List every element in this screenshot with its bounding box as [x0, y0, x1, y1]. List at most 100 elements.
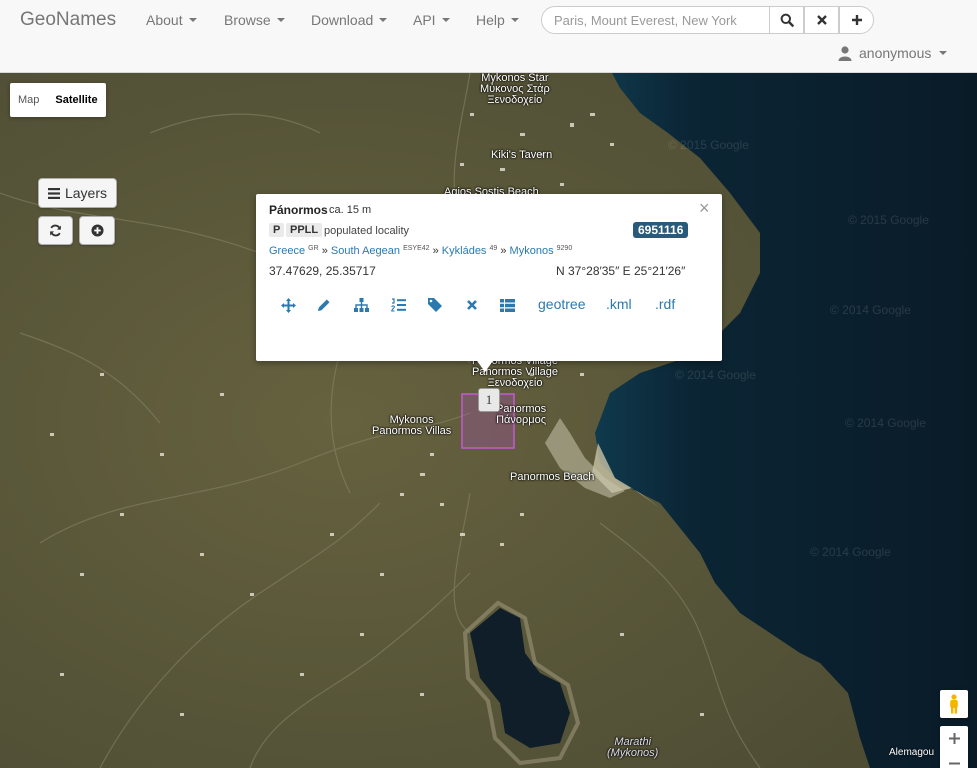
watermark: © 2015 Google [848, 213, 929, 227]
poi-label: Mykonos Panormos Villas [372, 414, 452, 437]
menu-help-label: Help [476, 12, 505, 28]
feature-code-badge: PPLL [286, 223, 323, 237]
brand-logo[interactable]: GeoNames [20, 9, 116, 31]
breadcrumb-separator: » [321, 245, 328, 257]
zoom-out-button[interactable] [940, 751, 968, 768]
breadcrumb: Greece GR » South Aegean ESYE42 » Kyklád… [269, 245, 572, 257]
municipality-code: 9290 [556, 245, 573, 252]
plus-icon [851, 15, 862, 25]
poi-label: Panormos Πάνορμος [496, 403, 547, 426]
list-button[interactable] [390, 297, 406, 313]
minus-icon [948, 762, 960, 765]
popup-pointer [475, 358, 495, 372]
ordered-list-icon [390, 298, 406, 312]
place-elevation: ca. 15 m [329, 204, 372, 216]
place-name: Pánormos [269, 203, 328, 217]
clear-search-button[interactable] [804, 6, 839, 34]
close-icon [816, 15, 827, 25]
layers-button[interactable]: Layers [38, 178, 117, 208]
poi-label: Panormos Beach [510, 471, 595, 483]
search-button[interactable] [769, 6, 804, 34]
poi-label: Kiki's Tavern [491, 149, 553, 161]
menu-download[interactable]: Download [311, 12, 388, 28]
breadcrumb-separator: » [500, 245, 507, 257]
map-type-satellite[interactable]: Satellite [47, 83, 105, 117]
place-info-popup: × Pánormos ca. 15 m 6951116 P PPLL popul… [256, 194, 722, 361]
poi-label: Mykonos Star Μύκονος Στάρ Ξενοδοχείο [480, 73, 550, 106]
map-canvas[interactable]: © 2015 Google © 2015 Google © 2014 Googl… [0, 73, 977, 768]
layers-label: Layers [64, 185, 108, 201]
edit-button[interactable] [316, 297, 332, 313]
watermark: © 2014 Google [810, 545, 891, 559]
breadcrumb-municipality[interactable]: Mykonos [510, 245, 554, 257]
zoom-in-button[interactable] [940, 726, 968, 751]
tag-icon [427, 298, 442, 312]
refresh-button[interactable] [38, 216, 73, 245]
watermark: © 2014 Google [675, 368, 756, 382]
poi-label: Marathi (Mykonos) [607, 736, 659, 759]
satellite-imagery [0, 73, 977, 768]
caret-down-icon [939, 51, 948, 55]
region-code: ESYE42 [403, 245, 430, 252]
user-name: anonymous [859, 45, 932, 61]
breadcrumb-prefecture[interactable]: Kykládes [442, 245, 487, 257]
add-place-button[interactable] [79, 216, 115, 245]
caret-down-icon [276, 18, 285, 22]
menu-about[interactable]: About [146, 12, 197, 28]
close-icon [467, 300, 477, 310]
breadcrumb-separator: » [432, 245, 439, 257]
tag-button[interactable] [427, 297, 443, 313]
country-code: GR [308, 245, 319, 252]
pegman-icon [950, 694, 958, 714]
plus-icon [948, 733, 960, 744]
dms-coordinates: N 37°28′35″ E 25°21′26″ [556, 264, 686, 278]
feature-class-badge: P [269, 223, 285, 237]
watermark: © 2014 Google [830, 303, 911, 317]
rdf-link[interactable]: .rdf [655, 296, 675, 312]
refresh-icon [50, 224, 61, 237]
hierarchy-button[interactable] [353, 297, 369, 313]
prefecture-code: 49 [489, 245, 498, 252]
navbar: GeoNames About Browse Download API Help … [0, 0, 977, 73]
geoname-id-badge[interactable]: 6951116 [633, 222, 689, 238]
breadcrumb-region[interactable]: South Aegean [331, 245, 400, 257]
menu-download-label: Download [311, 12, 374, 28]
menu-about-label: About [146, 12, 183, 28]
pencil-icon [318, 299, 330, 311]
street-view-pegman[interactable] [940, 690, 968, 718]
move-button[interactable] [280, 297, 296, 313]
feature-description: populated locality [324, 225, 410, 237]
geotree-link[interactable]: geotree [538, 296, 585, 312]
caret-down-icon [441, 18, 450, 22]
menu-help[interactable]: Help [476, 12, 519, 28]
details-button[interactable] [499, 297, 515, 313]
th-list-icon [499, 298, 515, 312]
map-type-control: Map Satellite [10, 83, 106, 117]
map-type-map[interactable]: Map [10, 83, 47, 117]
menu-browse[interactable]: Browse [224, 12, 285, 28]
menu-browse-label: Browse [224, 12, 271, 28]
menu-api[interactable]: API [413, 12, 450, 28]
watermark: © 2014 Google [845, 416, 926, 430]
cluster-count: 1 [485, 392, 493, 407]
caret-down-icon [188, 18, 197, 22]
sitemap-icon [353, 298, 369, 312]
list-icon [47, 187, 60, 199]
caret-down-icon [379, 18, 388, 22]
user-menu[interactable]: anonymous [838, 45, 948, 61]
move-icon [280, 297, 296, 313]
add-button[interactable] [839, 6, 874, 34]
caret-down-icon [510, 18, 519, 22]
user-icon [838, 45, 852, 61]
breadcrumb-country[interactable]: Greece [269, 245, 305, 257]
kml-link[interactable]: .kml [606, 296, 632, 312]
delete-button[interactable] [464, 297, 480, 313]
search-input[interactable] [541, 6, 770, 34]
menu-api-label: API [413, 12, 436, 28]
map-attribution: Alemagou [889, 747, 935, 758]
decimal-coordinates: 37.47629, 25.35717 [269, 264, 376, 278]
close-popup-button[interactable]: × [699, 199, 710, 217]
cluster-marker[interactable]: 1 [478, 388, 500, 412]
watermark: © 2015 Google [668, 138, 749, 152]
search-icon [780, 13, 794, 27]
